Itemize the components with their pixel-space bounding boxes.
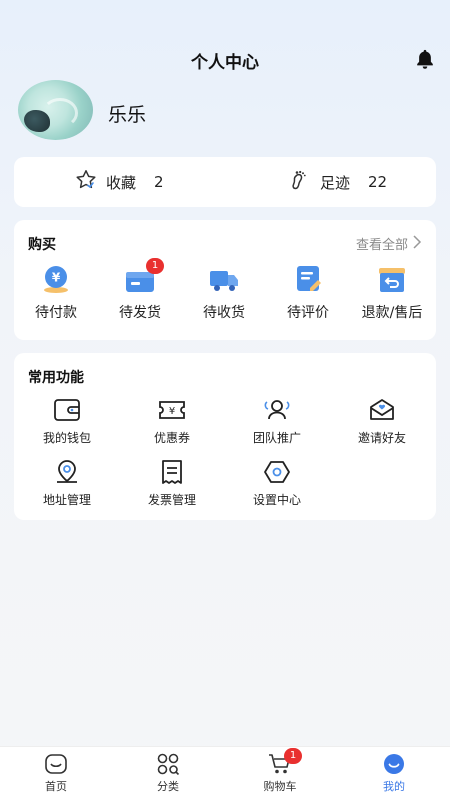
cart-icon bbox=[240, 753, 320, 775]
home-icon bbox=[16, 753, 96, 775]
func-wallet[interactable]: 我的钱包 bbox=[17, 397, 117, 446]
bottom-tab-bar: 首页 分类 1 购物车 我的 bbox=[0, 746, 450, 800]
favorites-stat[interactable]: 收藏 2 bbox=[74, 157, 164, 207]
func-label: 优惠券 bbox=[153, 431, 190, 445]
func-invite-friends[interactable]: 邀请好友 bbox=[332, 397, 432, 446]
return-box-icon bbox=[376, 264, 408, 294]
favorites-label: 收藏 bbox=[106, 173, 137, 192]
func-settings[interactable]: 设置中心 bbox=[227, 459, 327, 508]
order-pending-shipment[interactable]: 1 待发货 bbox=[98, 258, 182, 322]
coupon-icon: ¥ bbox=[122, 397, 222, 423]
package-icon: 1 bbox=[124, 258, 164, 294]
view-all-label: 查看全部 bbox=[355, 238, 408, 253]
func-label: 我的钱包 bbox=[42, 431, 91, 445]
avatar[interactable] bbox=[18, 80, 93, 140]
func-label: 地址管理 bbox=[42, 493, 91, 507]
order-badge: 1 bbox=[146, 258, 164, 274]
func-label: 邀请好友 bbox=[357, 431, 406, 445]
star-icon bbox=[74, 168, 98, 196]
order-label: 待收货 bbox=[203, 305, 245, 321]
wallet-icon bbox=[17, 397, 117, 423]
footprints-stat[interactable]: 足迹 22 bbox=[288, 157, 387, 207]
chevron-right-icon bbox=[412, 234, 422, 253]
order-label: 待付款 bbox=[35, 305, 77, 321]
avatar-figure bbox=[24, 110, 50, 132]
footprint-icon bbox=[288, 168, 312, 196]
func-label: 团队推广 bbox=[252, 431, 301, 445]
purchase-card: 购买 查看全部 ¥ 待付款 1 待发货 待收货 待评价 退款/售后 bbox=[14, 220, 436, 340]
edit-icon bbox=[292, 264, 324, 294]
tab-home[interactable]: 首页 bbox=[16, 753, 96, 794]
location-icon bbox=[17, 459, 117, 485]
svg-text:¥: ¥ bbox=[169, 406, 175, 417]
order-label: 待评价 bbox=[287, 305, 329, 321]
order-pending-receipt[interactable]: 待收货 bbox=[182, 264, 266, 322]
func-label: 设置中心 bbox=[252, 493, 301, 507]
tab-profile[interactable]: 我的 bbox=[354, 753, 434, 794]
stats-card: 收藏 2 足迹 22 bbox=[14, 157, 436, 207]
order-pending-review[interactable]: 待评价 bbox=[266, 264, 350, 322]
view-all-link[interactable]: 查看全部 bbox=[356, 234, 422, 253]
purchase-title: 购买 bbox=[28, 237, 56, 253]
order-refund-aftersale[interactable]: 退款/售后 bbox=[350, 264, 434, 322]
tab-cart[interactable]: 1 购物车 bbox=[240, 748, 320, 794]
tab-category[interactable]: 分类 bbox=[128, 753, 208, 794]
tab-label: 我的 bbox=[383, 780, 405, 793]
functions-card: 常用功能 我的钱包 ¥ 优惠券 团队推广 邀请好友 地址管理 发票管理 设置中心 bbox=[14, 353, 436, 520]
func-invoice[interactable]: 发票管理 bbox=[122, 459, 222, 508]
page-title: 个人中心 bbox=[191, 53, 259, 73]
profile-icon bbox=[354, 753, 434, 775]
order-pending-payment[interactable]: ¥ 待付款 bbox=[14, 264, 98, 322]
wallet-yen-icon: ¥ bbox=[40, 264, 72, 294]
footprints-label: 足迹 bbox=[320, 173, 351, 192]
func-label: 发票管理 bbox=[147, 493, 196, 507]
functions-title: 常用功能 bbox=[28, 370, 84, 386]
func-address[interactable]: 地址管理 bbox=[17, 459, 117, 508]
truck-icon bbox=[208, 264, 240, 294]
team-icon bbox=[227, 397, 327, 423]
envelope-icon bbox=[332, 397, 432, 423]
bell-icon[interactable] bbox=[414, 48, 436, 70]
tab-label: 首页 bbox=[45, 780, 67, 793]
order-label: 退款/售后 bbox=[361, 305, 423, 321]
category-icon bbox=[128, 753, 208, 775]
footprints-count: 22 bbox=[368, 173, 388, 191]
func-coupons[interactable]: ¥ 优惠券 bbox=[122, 397, 222, 446]
username: 乐乐 bbox=[108, 104, 147, 126]
settings-hex-icon bbox=[227, 459, 327, 485]
tab-label: 购物车 bbox=[263, 780, 297, 793]
tab-label: 分类 bbox=[157, 780, 179, 793]
svg-text:¥: ¥ bbox=[52, 271, 61, 285]
cart-badge: 1 bbox=[284, 748, 302, 764]
invoice-icon bbox=[122, 459, 222, 485]
favorites-count: 2 bbox=[154, 173, 164, 191]
func-team-promotion[interactable]: 团队推广 bbox=[227, 397, 327, 446]
order-label: 待发货 bbox=[119, 305, 161, 321]
